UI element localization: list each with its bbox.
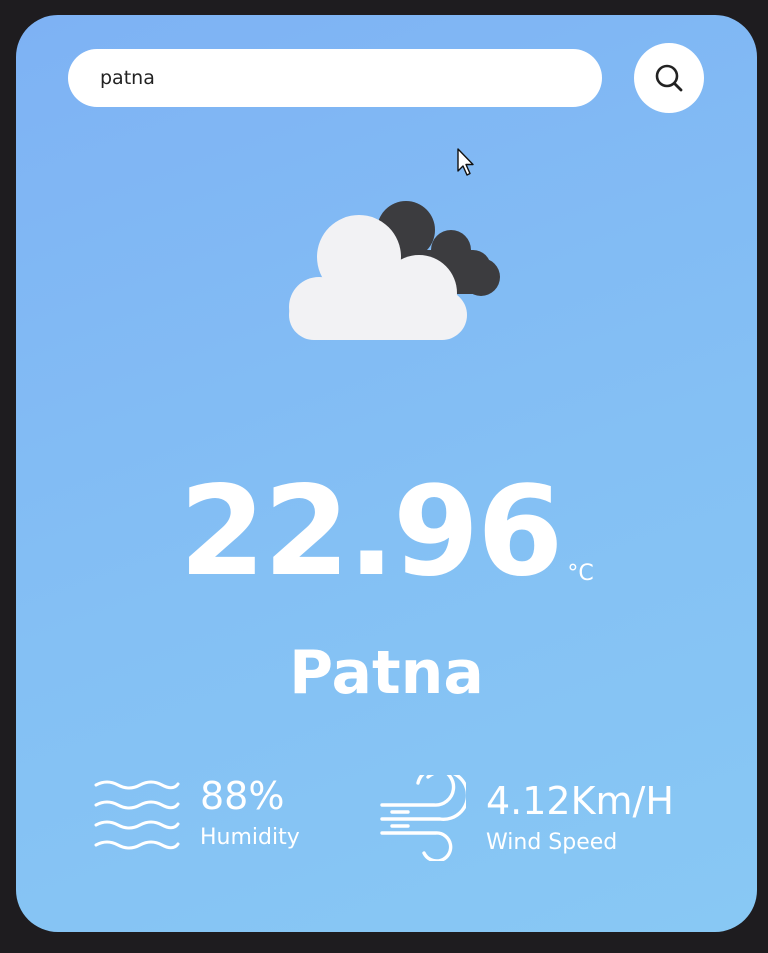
wind-icon	[380, 775, 466, 861]
mouse-cursor-icon	[457, 148, 474, 176]
weather-card: 22.96 °C Patna 88% Humidity	[16, 15, 757, 932]
cloud-icon	[289, 201, 500, 340]
search-input[interactable]	[98, 57, 572, 99]
humidity-text: 88% Humidity	[200, 773, 300, 851]
search-icon	[655, 64, 683, 92]
humidity-label: Humidity	[200, 825, 300, 851]
temperature-value: 22.96	[179, 460, 563, 604]
temperature-display: 22.96 °C	[16, 470, 757, 594]
search-button[interactable]	[634, 43, 704, 113]
humidity-stat: 88% Humidity	[92, 775, 300, 851]
temperature-unit: °C	[567, 561, 594, 586]
wind-label: Wind Speed	[486, 830, 618, 856]
humidity-value: 88%	[200, 773, 285, 818]
wind-value: 4.12Km/H	[486, 778, 674, 823]
city-name: Patna	[289, 638, 484, 708]
wind-text: 4.12Km/H Wind Speed	[486, 778, 674, 856]
humidity-waves-icon	[94, 780, 180, 850]
wind-stat: 4.12Km/H Wind Speed	[378, 775, 674, 861]
search-bar	[68, 49, 602, 107]
